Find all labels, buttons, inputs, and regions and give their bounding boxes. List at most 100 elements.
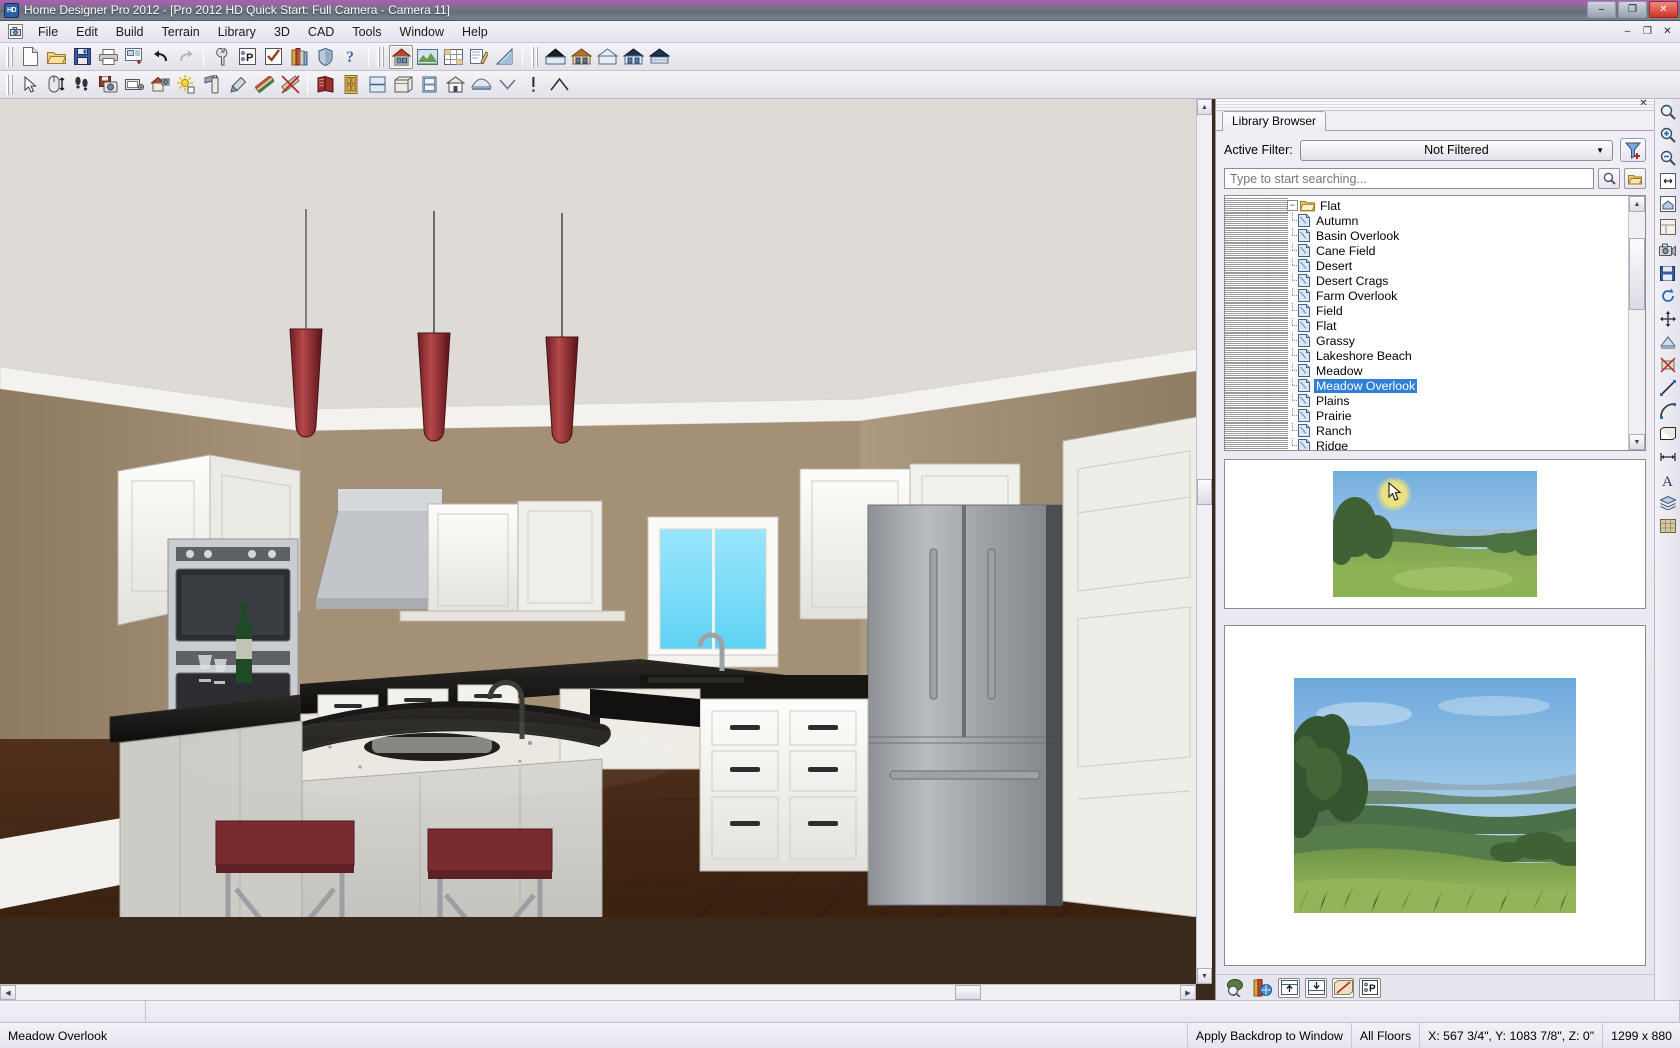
save-camera-icon[interactable] [1657,262,1679,284]
orthographic-view-button[interactable] [493,45,517,69]
library-tree[interactable]: − Flat AutumnBasin OverlookCane FieldDes… [1224,195,1646,451]
menu-cad[interactable]: CAD [299,22,343,42]
scroll-left-arrow[interactable]: ◀ [0,985,16,1000]
cross-section-button[interactable] [441,45,465,69]
menu-window[interactable]: Window [391,22,453,42]
roof-return-button[interactable] [595,45,619,69]
toolbar-grip-2[interactable] [377,47,384,67]
toolbar-grip-3[interactable] [531,47,538,67]
build-roof-button[interactable] [569,45,593,69]
tree-scroll-up-arrow[interactable]: ▲ [1629,196,1645,212]
tree-item-farm-overlook[interactable]: Farm Overlook [1225,288,1628,303]
panel-top-icon[interactable] [1278,978,1300,998]
browse-folder-button[interactable] [1624,168,1646,189]
camera-icon[interactable] [8,24,23,39]
save-plan-button[interactable] [70,45,94,69]
elevation-view-button[interactable] [467,45,491,69]
tree-item-basin-overlook[interactable]: Basin Overlook [1225,228,1628,243]
scroll-right-arrow[interactable]: ▶ [1180,985,1196,1000]
tree-vertical-scrollbar[interactable]: ▲ ▼ [1628,196,1645,450]
walkthrough-footprints-button[interactable] [70,73,94,97]
toolbar-grip[interactable] [6,47,13,67]
fill-window-icon[interactable] [1657,170,1679,192]
undo-button[interactable] [148,45,172,69]
toolbar2-grip[interactable] [6,75,13,95]
tree-item-meadow[interactable]: Meadow [1225,363,1628,378]
cabinet-tools-button[interactable] [313,73,337,97]
window-tools-button[interactable] [365,73,389,97]
camera-view-icon[interactable] [1657,239,1679,261]
scroll-down-arrow[interactable]: ▼ [1197,968,1212,984]
menu-help[interactable]: Help [453,22,497,42]
menu-edit[interactable]: Edit [67,22,107,42]
tree-item-flat[interactable]: Flat [1225,318,1628,333]
library-tree-content[interactable]: − Flat AutumnBasin OverlookCane FieldDes… [1225,196,1628,450]
horizontal-scroll-thumb[interactable] [955,985,981,1000]
tree-item-ridge[interactable]: Ridge [1225,438,1628,450]
menu-build[interactable]: Build [107,22,153,42]
viewport-vertical-scrollbar[interactable]: ▲ ▼ [1196,99,1212,984]
tree-item-cane-field[interactable]: Cane Field [1225,243,1628,258]
preferences-button[interactable] [209,45,233,69]
rotate-view-icon[interactable] [1657,285,1679,307]
material-icon[interactable] [1657,515,1679,537]
tree-item-field[interactable]: Field [1225,303,1628,318]
document-close-button[interactable]: ✕ [1659,24,1676,39]
library-browser-button[interactable] [287,45,311,69]
base-cabinet-button[interactable] [391,73,415,97]
print-image-button[interactable] [122,73,146,97]
layer-icon[interactable] [1657,492,1679,514]
select-objects-button[interactable] [18,73,42,97]
tree-item-desert-crags[interactable]: Desert Crags [1225,273,1628,288]
roof-plane-button[interactable] [543,45,567,69]
menu-3d[interactable]: 3D [265,22,299,42]
tree-item-meadow-overlook[interactable]: Meadow Overlook [1225,378,1628,393]
menu-tools[interactable]: Tools [343,22,390,42]
panel-bottom-icon[interactable] [1305,978,1327,998]
document-restore-button[interactable]: ❐ [1639,24,1656,39]
search-input[interactable]: Type to start searching... [1224,168,1594,189]
search-library-icon[interactable] [1224,978,1246,998]
tree-item-plains[interactable]: Plains [1225,393,1628,408]
adjust-lights-button[interactable] [174,73,198,97]
viewport-horizontal-scrollbar[interactable]: ◀ ▶ [0,984,1196,1000]
help-button[interactable]: ? [339,45,363,69]
perspective-overview-button[interactable] [415,45,439,69]
material-painter-button[interactable] [252,73,276,97]
camera-view-3d[interactable]: ▲ ▼ ◀ ▶ [0,99,1216,1000]
tab-library-browser[interactable]: Library Browser [1222,111,1326,131]
active-filter-dropdown[interactable]: Not Filtered ▼ [1300,140,1613,161]
arc-tool-icon[interactable] [1657,400,1679,422]
library-updates-icon[interactable] [1251,978,1273,998]
redo-button[interactable] [174,45,198,69]
line-tool-icon[interactable] [1657,377,1679,399]
gable-over-door-button[interactable] [621,45,645,69]
box-tool-icon[interactable] [1657,423,1679,445]
preferences-p-icon[interactable]: P [1359,978,1381,998]
materials-button[interactable] [313,45,337,69]
tree-item-grassy[interactable]: Grassy [1225,333,1628,348]
plan-defaults-button[interactable]: P [235,45,259,69]
open-plan-button[interactable] [44,45,68,69]
panel-diagonal-icon[interactable] [1332,978,1354,998]
search-button[interactable] [1598,168,1620,189]
camera-toolset-button[interactable] [148,73,172,97]
new-filter-button[interactable] [1620,138,1646,162]
tree-item-prairie[interactable]: Prairie [1225,408,1628,423]
library-panel-close-icon[interactable]: ✕ [1637,98,1650,110]
roof-edge-button[interactable] [647,45,671,69]
tree-item-ranch[interactable]: Ranch [1225,423,1628,438]
tree-expander-icon[interactable]: − [1287,200,1298,211]
terrain-tools-button[interactable] [469,73,493,97]
print-preview-button[interactable] [122,45,146,69]
tree-item-desert[interactable]: Desert [1225,258,1628,273]
tree-item-autumn[interactable]: Autumn [1225,213,1628,228]
tree-scroll-thumb[interactable] [1629,238,1645,310]
tree-node-root[interactable]: − Flat [1225,198,1628,213]
print-button[interactable] [96,45,120,69]
spray-tool-button[interactable] [200,73,224,97]
floor-plan-view-button[interactable] [389,45,413,69]
fill-window-building-icon[interactable] [1657,193,1679,215]
terrain-break-button[interactable] [547,73,571,97]
delete-surface-icon[interactable] [1657,354,1679,376]
